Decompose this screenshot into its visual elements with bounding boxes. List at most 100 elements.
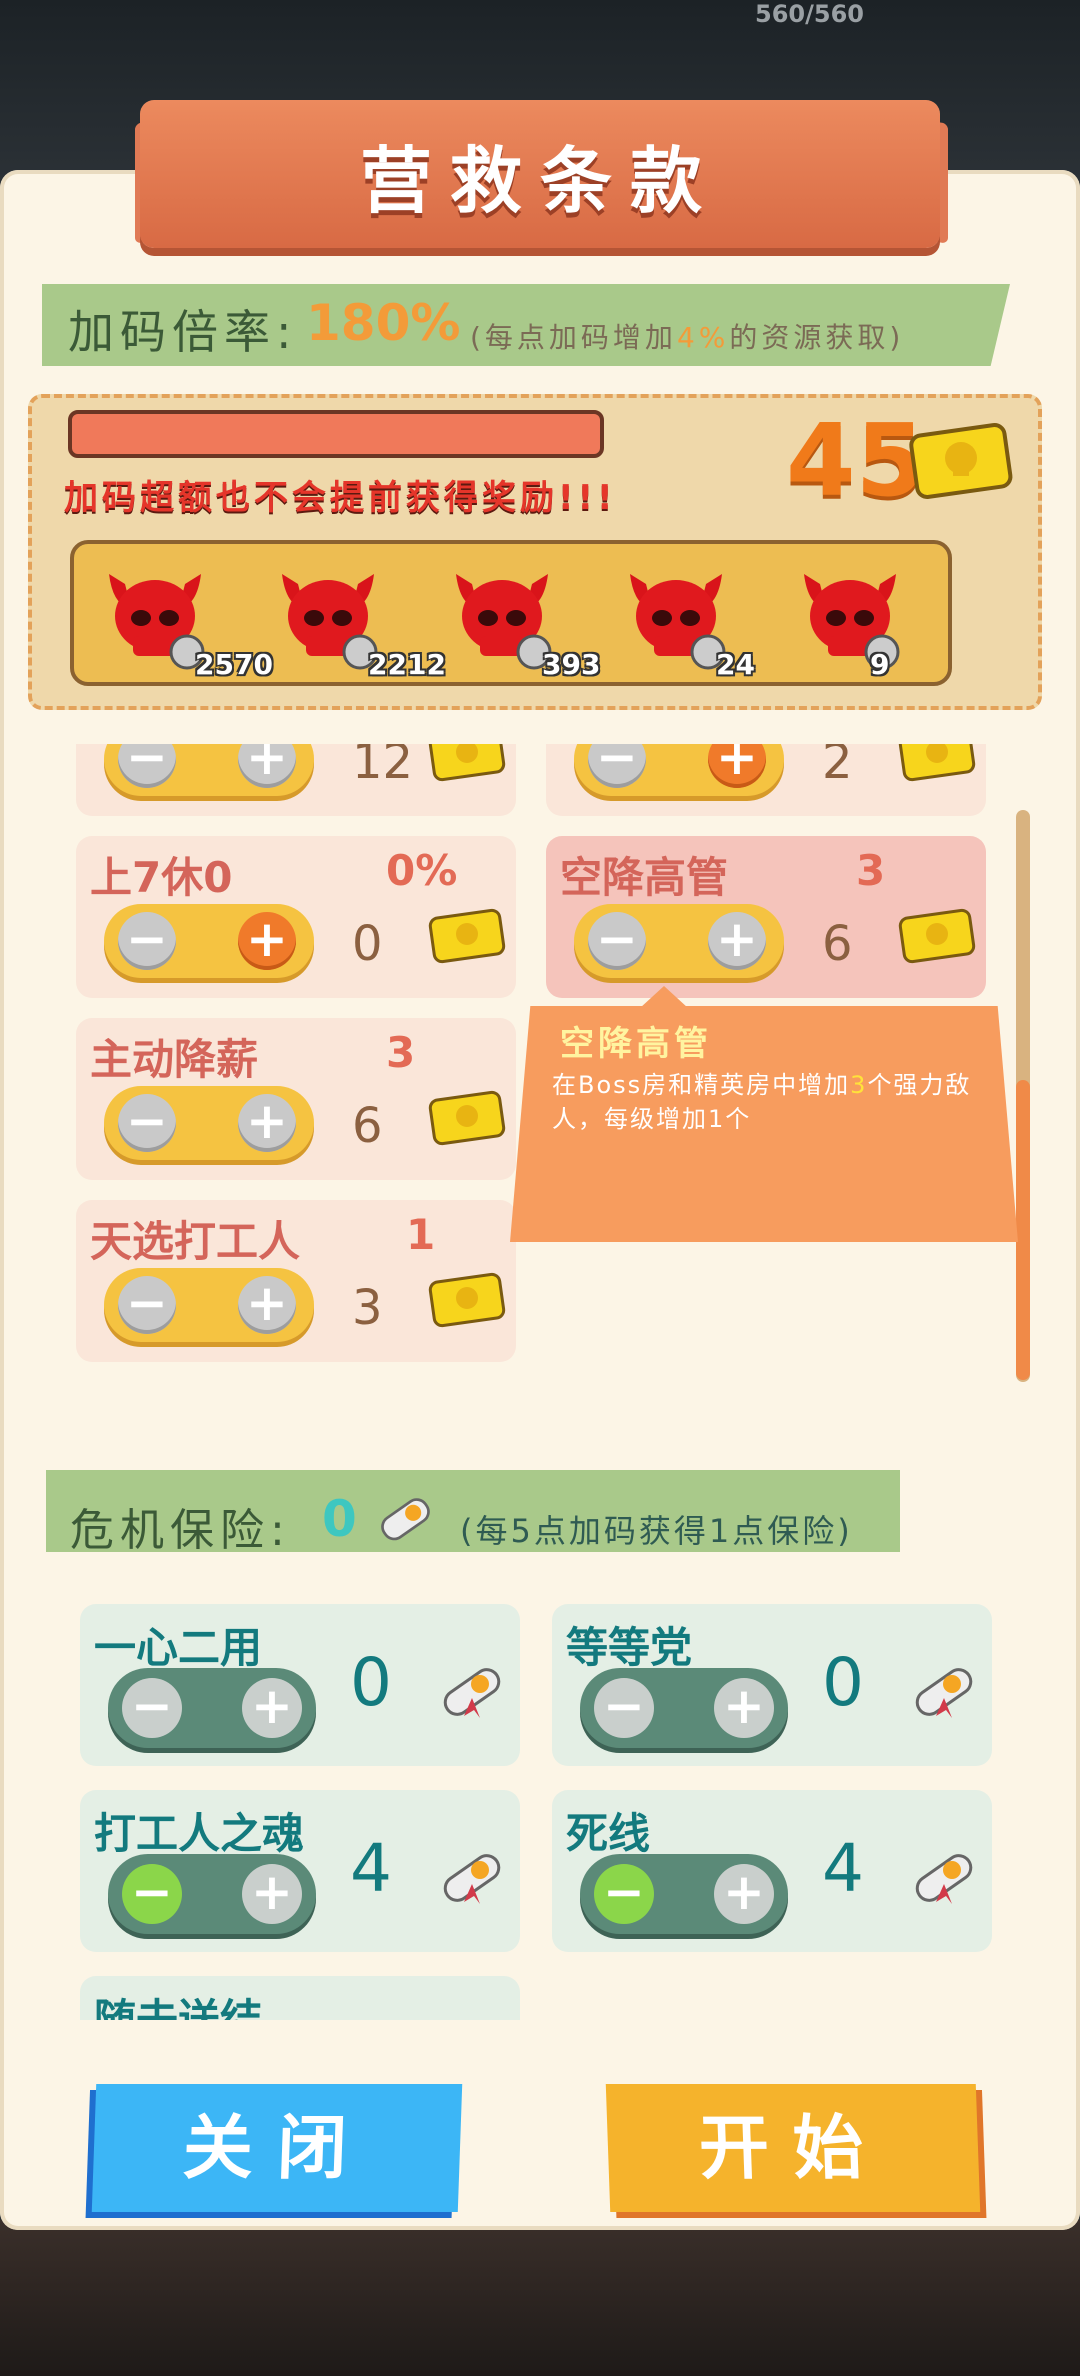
bet-progress-bar xyxy=(68,410,604,458)
plus-button[interactable]: + xyxy=(238,1094,296,1152)
plus-button[interactable]: + xyxy=(238,912,296,970)
skull-ticket-icon xyxy=(428,908,506,964)
clause-card[interactable]: 天选打工人 1− +3 xyxy=(76,1200,516,1362)
reward-count: 2570 xyxy=(195,648,273,681)
reward-item: 393 xyxy=(442,556,600,681)
insurance-card[interactable]: 随去送结−+ xyxy=(80,1976,520,2020)
insurance-cost: 0 xyxy=(822,1644,864,1721)
clause-name: 上7休0 xyxy=(90,853,233,902)
skull-ticket-icon xyxy=(428,1272,506,1328)
reward-item: 24 xyxy=(616,556,755,681)
skull-ticket-icon xyxy=(909,423,1013,499)
minus-button[interactable]: − xyxy=(588,744,646,788)
insurance-cost: 4 xyxy=(350,1830,392,1907)
clause-cost: 6 xyxy=(352,1098,383,1154)
plus-button[interactable]: + xyxy=(714,1864,774,1924)
minus-button[interactable]: − xyxy=(594,1678,654,1738)
clause-stepper: − + xyxy=(574,904,784,978)
game-background-bottom xyxy=(0,2220,1080,2376)
plus-button[interactable]: + xyxy=(714,1678,774,1738)
clause-level: 3 xyxy=(856,846,886,895)
clause-card[interactable]: 主动降薪 3− +6 xyxy=(76,1018,516,1180)
minus-button[interactable]: − xyxy=(122,1864,182,1924)
reward-item: 2212 xyxy=(268,556,446,681)
clause-name: 主动降薪 xyxy=(90,1035,259,1084)
insurance-value: 0 xyxy=(322,1490,357,1548)
clauses-scroll-thumb[interactable] xyxy=(1016,1080,1030,1380)
insurance-name: 随去送结 xyxy=(94,1995,263,2020)
insurance-card[interactable]: 打工人之魂 − +4 xyxy=(80,1790,520,1952)
insurance-scroll-icon xyxy=(381,1498,430,1541)
minus-button[interactable]: − xyxy=(122,1678,182,1738)
clause-card[interactable]: 空降高管 3− +6 xyxy=(546,836,986,998)
demon-skull-icon xyxy=(804,574,900,670)
insurance-name: 一心二用 xyxy=(94,1623,263,1672)
overbet-warning: 加码超额也不会提前获得奖励!!! xyxy=(64,478,617,518)
insurance-name: 死线 xyxy=(566,1809,651,1858)
skull-ticket-icon xyxy=(898,744,976,782)
clause-card[interactable]: − +12 xyxy=(76,744,516,816)
insurance-stepper: − + xyxy=(108,1668,316,1748)
minus-button[interactable]: − xyxy=(588,912,646,970)
tooltip-title: 空降高管 xyxy=(560,1024,712,1064)
insurance-scroll-icon xyxy=(915,1668,973,1718)
clause-stepper: − + xyxy=(104,1268,314,1342)
skull-ticket-icon xyxy=(898,908,976,964)
insurance-cost: 4 xyxy=(822,1830,864,1907)
tooltip-pointer xyxy=(640,986,688,1008)
reward-item: 2570 xyxy=(95,556,273,681)
close-button-label: 关闭 xyxy=(181,2107,373,2189)
start-button[interactable]: 开始 xyxy=(605,2084,981,2212)
clause-cost: 2 xyxy=(822,744,853,790)
insurance-list[interactable]: 一心二用−+0等等党−+0打工人之魂−+4死线−+4随去送结−+ xyxy=(46,1580,1046,2020)
clause-cost: 3 xyxy=(352,1280,383,1336)
insurance-card[interactable]: 等等党 − +0 xyxy=(552,1604,992,1766)
clause-stepper: − + xyxy=(104,1086,314,1160)
reward-count: 393 xyxy=(542,648,601,681)
plus-button[interactable]: + xyxy=(708,744,766,788)
insurance-scroll-icon xyxy=(915,1854,973,1904)
insurance-name: 等等党 xyxy=(566,1623,693,1672)
multiplier-value: 180% xyxy=(306,294,461,352)
skull-ticket-icon xyxy=(428,744,506,782)
clause-card[interactable]: 上7休0 0% − +0 xyxy=(76,836,516,998)
start-button-label: 开始 xyxy=(697,2107,889,2189)
insurance-name: 打工人之魂 xyxy=(94,1809,305,1858)
minus-button[interactable]: − xyxy=(118,1094,176,1152)
clause-stepper: − + xyxy=(104,744,314,796)
minus-button[interactable]: − xyxy=(118,1276,176,1334)
clause-stepper: − + xyxy=(574,744,784,796)
insurance-note: (每5点加码获得1点保险) xyxy=(460,1512,853,1550)
insurance-stepper: − + xyxy=(108,1854,316,1934)
plus-button[interactable]: + xyxy=(238,1276,296,1334)
insurance-card[interactable]: 死线 − +4 xyxy=(552,1790,992,1952)
clause-cost: 6 xyxy=(822,916,853,972)
multiplier-label: 加码倍率: xyxy=(68,305,298,359)
clause-cost: 0 xyxy=(352,916,383,972)
reward-count: 2212 xyxy=(368,648,446,681)
insurance-cost: 0 xyxy=(350,1644,392,1721)
reward-item: 9 xyxy=(790,556,910,681)
clause-cost: 12 xyxy=(352,744,414,790)
plus-button[interactable]: + xyxy=(708,912,766,970)
insurance-label: 危机保险: xyxy=(70,1505,291,1556)
clause-name: 空降高管 xyxy=(560,853,729,902)
insurance-stepper: − + xyxy=(580,1668,788,1748)
insurance-scroll-icon xyxy=(443,1668,501,1718)
skull-ticket-icon xyxy=(428,1090,506,1146)
plus-button[interactable]: + xyxy=(238,744,296,788)
insurance-card[interactable]: 一心二用 − +0 xyxy=(80,1604,520,1766)
minus-button[interactable]: − xyxy=(594,1864,654,1924)
plus-button[interactable]: + xyxy=(242,1678,302,1738)
plus-button[interactable]: + xyxy=(242,1864,302,1924)
panel-title: 营救条款 xyxy=(359,139,720,223)
clause-card[interactable]: − +2 xyxy=(546,744,986,816)
insurance-stepper: − + xyxy=(580,1854,788,1934)
reward-count: 24 xyxy=(716,648,755,681)
minus-button[interactable]: − xyxy=(118,912,176,970)
hp-readout: 560/560 xyxy=(755,0,864,28)
minus-button[interactable]: − xyxy=(118,744,176,788)
total-cost: 45 xyxy=(786,402,926,519)
clause-level: 1 xyxy=(406,1210,436,1259)
close-button[interactable]: 关闭 xyxy=(91,2084,463,2212)
